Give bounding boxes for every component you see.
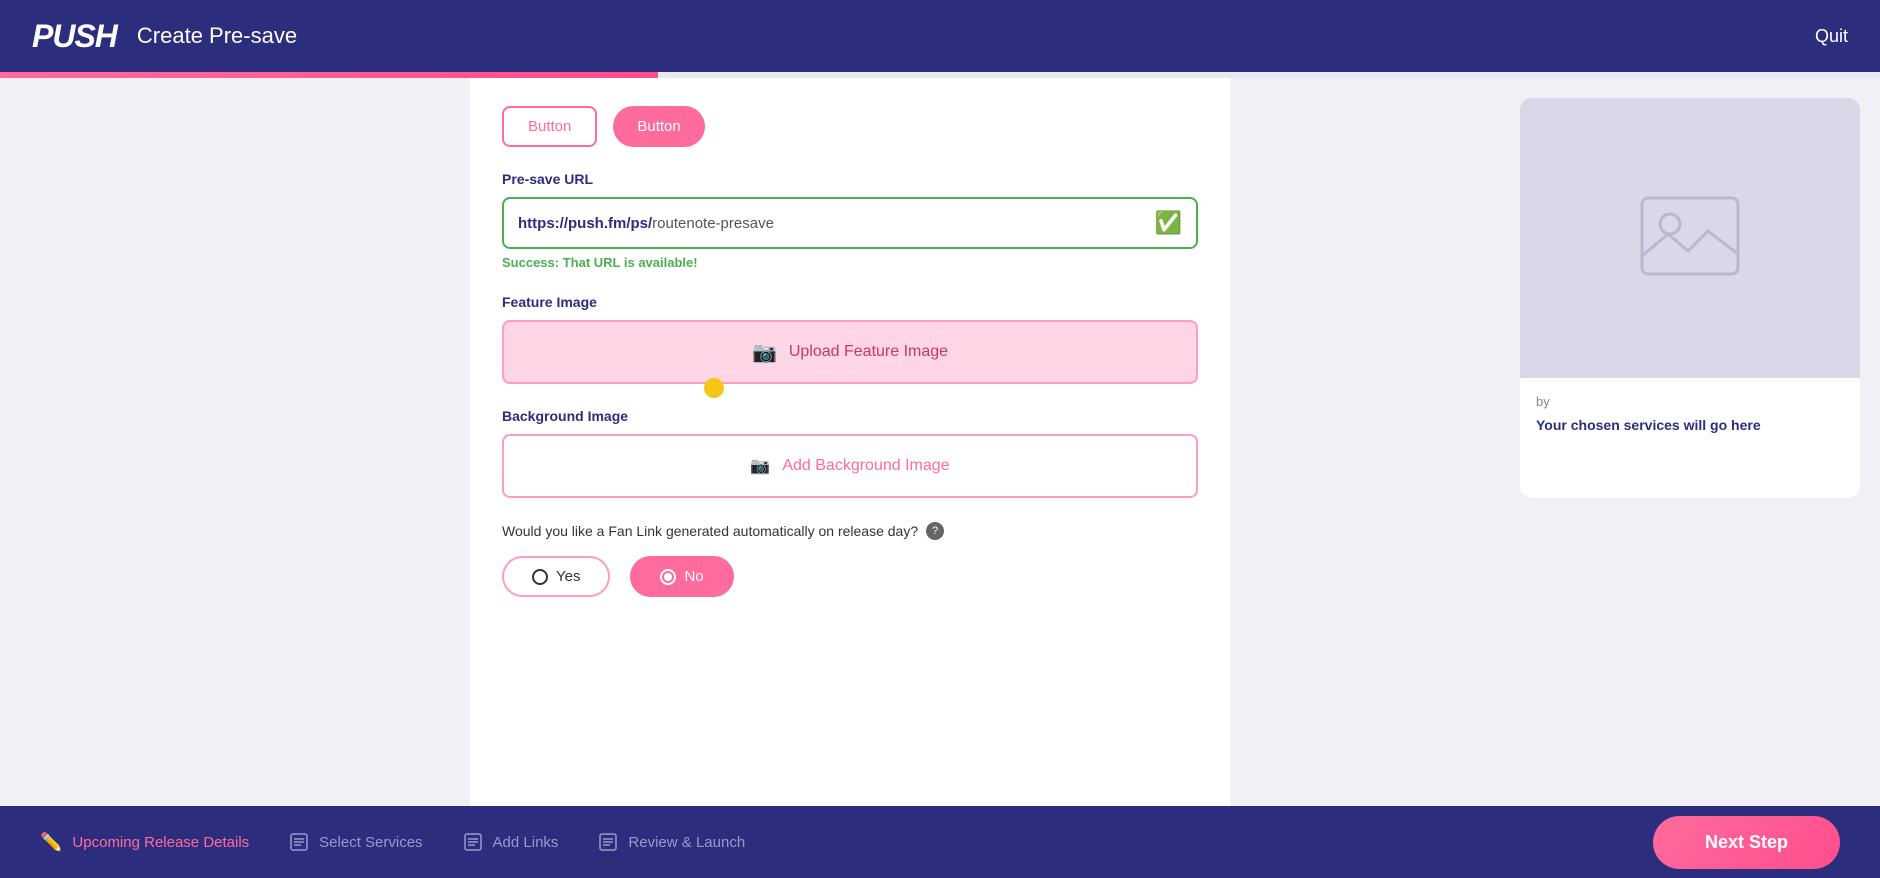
preview-panel: by Your chosen services will go here xyxy=(1500,78,1880,806)
left-spacer xyxy=(0,78,200,806)
edit-icon: ✏️ xyxy=(40,832,62,853)
step-upcoming-label: Upcoming Release Details xyxy=(72,834,249,851)
background-image-group: Background Image 📷 Add Background Image xyxy=(502,408,1198,498)
step-links-label: Add Links xyxy=(493,834,559,851)
no-radio-circle xyxy=(660,569,676,585)
next-step-button[interactable]: Next Step xyxy=(1653,816,1840,869)
review-icon xyxy=(598,832,618,852)
top-partial-buttons: Button Button xyxy=(502,98,1198,147)
fan-link-question-row: Would you like a Fan Link generated auto… xyxy=(502,522,1198,540)
preview-card: by Your chosen services will go here xyxy=(1520,98,1860,498)
presave-url-input-wrapper[interactable]: https://push.fm/ps/ routenote-presave ✅ xyxy=(502,197,1198,249)
add-bg-label: Add Background Image xyxy=(782,457,949,475)
background-image-label: Background Image xyxy=(502,408,1198,424)
fan-link-yes-button[interactable]: Yes xyxy=(502,556,610,597)
yes-radio-circle xyxy=(532,569,548,585)
top-outline-button[interactable]: Button xyxy=(502,106,597,147)
add-background-image-button[interactable]: 📷 Add Background Image xyxy=(502,434,1198,498)
app-header: PUSH Create Pre-save Quit xyxy=(0,0,1880,72)
form-container: Button Button Pre-save URL https://push.… xyxy=(470,78,1230,806)
page-title: Create Pre-save xyxy=(137,23,297,49)
form-area: Button Button Pre-save URL https://push.… xyxy=(200,78,1500,806)
step-review-label: Review & Launch xyxy=(628,834,745,851)
fan-link-radio-options: Yes No xyxy=(502,556,1198,597)
feature-image-group: Feature Image 📷 Upload Feature Image xyxy=(502,294,1198,384)
preview-by-text: by xyxy=(1536,394,1844,409)
upload-feature-image-button[interactable]: 📷 Upload Feature Image xyxy=(502,320,1198,384)
fan-link-group: Would you like a Fan Link generated auto… xyxy=(502,522,1198,597)
success-body: That URL is available! xyxy=(563,255,698,270)
no-label: No xyxy=(684,568,703,585)
presave-url-group: Pre-save URL https://push.fm/ps/ routeno… xyxy=(502,171,1198,270)
step-select-services[interactable]: Select Services xyxy=(289,832,422,852)
success-label: Success: xyxy=(502,255,559,270)
quit-button[interactable]: Quit xyxy=(1815,26,1848,47)
help-icon[interactable]: ? xyxy=(926,522,944,540)
yes-label: Yes xyxy=(556,568,580,585)
step-add-links[interactable]: Add Links xyxy=(463,832,559,852)
fan-link-no-button[interactable]: No xyxy=(630,556,733,597)
step-upcoming-release[interactable]: ✏️ Upcoming Release Details xyxy=(40,832,249,853)
footer-steps: ✏️ Upcoming Release Details Select Servi… xyxy=(40,832,745,853)
url-check-icon: ✅ xyxy=(1155,210,1182,236)
header-left: PUSH Create Pre-save xyxy=(32,18,297,55)
app-logo: PUSH xyxy=(32,18,117,55)
url-value[interactable]: routenote-presave xyxy=(652,215,1154,232)
url-success-message: Success: That URL is available! xyxy=(502,255,1198,270)
top-filled-button[interactable]: Button xyxy=(613,106,704,147)
preview-bottom: by Your chosen services will go here xyxy=(1520,378,1860,498)
feature-image-label: Feature Image xyxy=(502,294,1198,310)
camera-icon-bg: 📷 xyxy=(750,456,770,476)
fan-link-question: Would you like a Fan Link generated auto… xyxy=(502,523,918,539)
services-icon xyxy=(289,832,309,852)
preview-placeholder-icon xyxy=(1640,196,1740,281)
step-services-label: Select Services xyxy=(319,834,422,851)
presave-url-label: Pre-save URL xyxy=(502,171,1198,187)
preview-services-placeholder: Your chosen services will go here xyxy=(1536,417,1844,433)
links-icon xyxy=(463,832,483,852)
upload-feature-label: Upload Feature Image xyxy=(789,343,948,361)
url-prefix: https://push.fm/ps/ xyxy=(518,215,652,232)
preview-image-area xyxy=(1520,98,1860,378)
main-layout: Button Button Pre-save URL https://push.… xyxy=(0,78,1880,806)
step-review-launch[interactable]: Review & Launch xyxy=(598,832,745,852)
footer-nav: ✏️ Upcoming Release Details Select Servi… xyxy=(0,806,1880,878)
camera-icon: 📷 xyxy=(752,340,777,365)
